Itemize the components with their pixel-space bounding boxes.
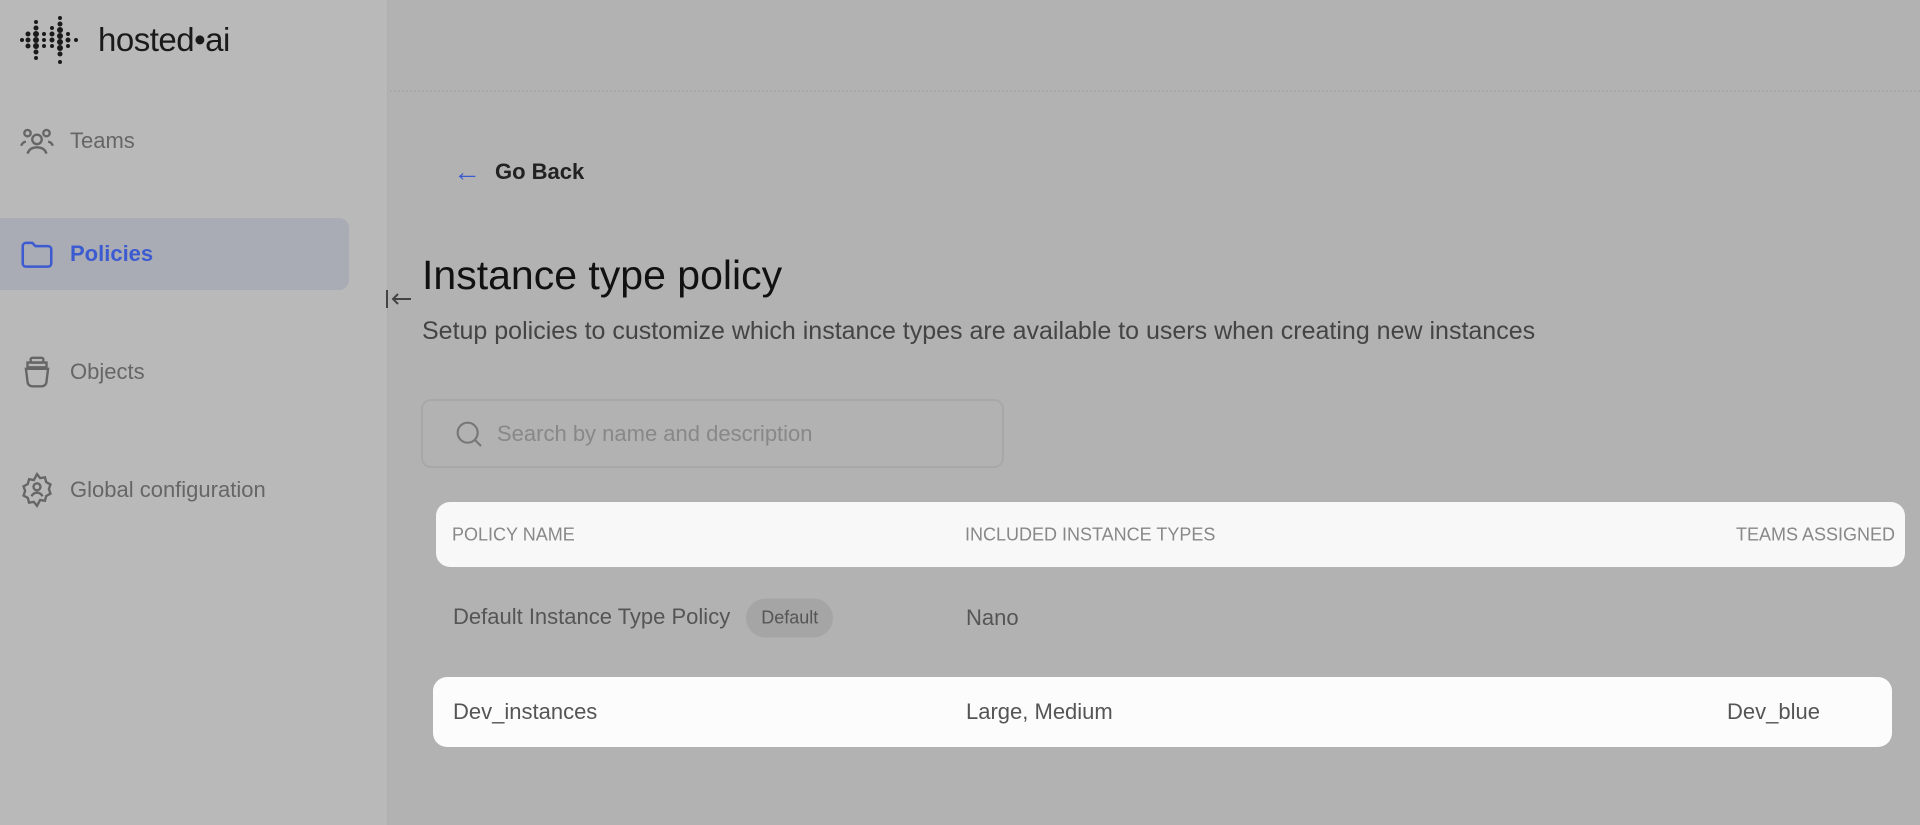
sidebar-item-label: Global configuration — [70, 477, 266, 502]
collapse-icon — [386, 290, 411, 308]
page-title: Instance type policy — [422, 252, 783, 298]
sidebar-item-global-configuration[interactable]: Global configuration — [0, 454, 349, 526]
go-back-button[interactable]: ← Go Back — [453, 156, 584, 188]
policy-name-cell: Default Instance Type Policy Default — [453, 598, 834, 638]
top-bar — [390, 0, 1920, 92]
logo-icon — [20, 16, 78, 64]
instance-types-cell: Nano — [966, 605, 1019, 630]
sidebar-item-label: Teams — [70, 128, 135, 153]
teams-assigned-cell: Dev_blue — [1727, 699, 1820, 724]
sidebar-item-label: Policies — [70, 241, 154, 266]
jar-icon — [24, 356, 50, 388]
users-icon — [20, 128, 54, 155]
sidebar-item-policies[interactable]: Policies — [0, 218, 349, 290]
table-header: POLICY NAME INCLUDED INSTANCE TYPES TEAM… — [436, 502, 1905, 567]
table-row[interactable]: Dev_instances Large, Medium Dev_blue — [433, 677, 1892, 747]
gear-icon — [22, 472, 52, 508]
table-row[interactable]: Default Instance Type Policy Default Nano — [433, 583, 1892, 653]
search-box[interactable] — [421, 399, 1004, 468]
logo[interactable]: hosted•ai — [18, 12, 230, 68]
search-icon — [456, 421, 482, 447]
go-back-label: Go Back — [495, 159, 585, 184]
sidebar-item-objects[interactable]: Objects — [0, 336, 349, 408]
policy-name: Default Instance Type Policy — [453, 603, 731, 629]
column-header-teams-assigned[interactable]: TEAMS ASSIGNED — [1736, 524, 1895, 545]
collapse-sidebar-button[interactable] — [384, 286, 414, 312]
default-badge: Default — [746, 598, 834, 638]
page-subtitle: Setup policies to customize which instan… — [422, 317, 1536, 345]
sidebar: hosted•ai Teams Policies Objects Global … — [0, 0, 388, 825]
column-header-included-instance-types[interactable]: INCLUDED INSTANCE TYPES — [965, 524, 1215, 545]
arrow-left-icon: ← — [453, 156, 481, 187]
instance-types-cell: Large, Medium — [966, 699, 1113, 724]
policy-name: Dev_instances — [453, 699, 598, 724]
column-header-policy-name[interactable]: POLICY NAME — [452, 524, 575, 545]
folder-icon — [21, 241, 53, 268]
sidebar-item-label: Objects — [70, 359, 145, 384]
sidebar-item-teams[interactable]: Teams — [0, 105, 349, 177]
search-input[interactable] — [497, 420, 977, 447]
brand-name: hosted•ai — [98, 21, 230, 58]
